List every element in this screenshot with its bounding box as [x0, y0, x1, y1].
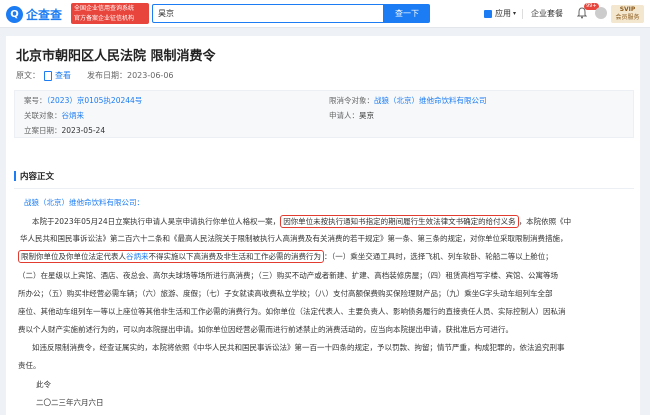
source-label: 原文： — [16, 71, 40, 80]
text-segment: 本院于2023年05月24日立案执行申请人昊京申请执行你单位人格权一案， — [32, 217, 281, 226]
vip-label: SVIP — [619, 6, 636, 13]
restricted-link[interactable]: 战狼（北京）维他命饮料有限公司 — [374, 96, 487, 105]
logo[interactable]: Q 企查查 — [6, 4, 62, 24]
paragraph-line: 费以个人财产实施前述行为的，可以向本院提出申请。如你单位因经营必需而进行前述禁止… — [18, 325, 513, 334]
tagline-badge: 全国企业信用查询系统 官方备案企业征信机构 — [71, 3, 149, 24]
date-line: 二〇二三年六月六日 — [36, 398, 104, 407]
text-segment: 不得实施以下高消费及非生活和工作必需的消费行为 — [148, 252, 322, 261]
grid-icon — [484, 9, 492, 18]
document-icon — [44, 70, 52, 81]
text-segment: 限制你单位及你单位法定代表人 — [21, 252, 126, 261]
page-title: 北京市朝阳区人民法院 限制消费令 — [16, 49, 216, 64]
highlighted-text: 限制你单位及你单位法定代表人谷炳来不得实施以下高消费及非生活和工作必需的消费行为 — [18, 250, 324, 263]
paragraph-line: 座位、其他动车组列车一等以上座位等其他非生活和工作必需的消费行为。如你单位（法定… — [18, 307, 566, 316]
nav-app-label: 应用 — [495, 9, 511, 18]
paragraph-line: 华人民共和国民事诉讼法》第二百六十二条和《最高人民法院关于限制被执行人高消费及有… — [20, 234, 568, 243]
text-segment: ：（一）乘坐交通工具时，选择飞机、列车软卧、轮船二等以上舱位； — [324, 252, 553, 261]
top-bar: Q 企查查 全国企业信用查询系统 官方备案企业征信机构 查一下 应用 ▾ 企业套… — [0, 0, 650, 28]
closing-line: 此令 — [36, 380, 51, 389]
publish-label: 发布日期： — [87, 71, 127, 80]
paragraph-line: （二）在星级以上宾馆、酒店、夜总会、高尔夫球场等场所进行高消费；（三）购买不动产… — [18, 271, 558, 280]
tagline-line2: 官方备案企业征信机构 — [74, 15, 135, 22]
paragraph-line: 限制你单位及你单位法定代表人谷炳来不得实施以下高消费及非生活和工作必需的消费行为… — [18, 248, 618, 265]
text-segment: ，本院依照《中 — [518, 217, 572, 226]
filing-field: 立案日期：2023-05-24 — [24, 125, 105, 136]
case-no-label: 案号： — [24, 96, 47, 105]
company-link[interactable]: 战狼（北京）维他命饮料有限公司： — [24, 198, 144, 207]
avatar[interactable] — [595, 7, 607, 19]
nav-app[interactable]: 应用 ▾ — [484, 8, 516, 19]
paragraph-line: 本院于2023年05月24日立案执行申请人昊京申请执行你单位人格权一案， 因你单位… — [32, 213, 632, 230]
meta-row: 原文： 查看 发布日期： 2023-06-06 — [16, 70, 174, 81]
section-accent — [14, 171, 16, 181]
logo-text: 企查查 — [26, 7, 63, 22]
search-button[interactable]: 查一下 — [384, 4, 430, 23]
section-title: 内容正文 — [20, 172, 55, 182]
vip-sub-label: 会员服务 — [615, 14, 640, 21]
source-link[interactable]: 查看 — [55, 70, 71, 81]
case-no-link[interactable]: （2023）京0105执20244号 — [47, 96, 143, 105]
related-label: 关联对象： — [24, 111, 62, 120]
vip-button[interactable]: SVIP 会员服务 — [611, 5, 644, 23]
info-panel: 案号：（2023）京0105执20244号 限消令对象：战狼（北京）维他命饮料有… — [14, 90, 634, 138]
tagline-line1: 全国企业信用查询系统 — [74, 5, 135, 12]
chevron-down-icon: ▾ — [513, 10, 517, 17]
applicant-label: 申请人： — [329, 111, 359, 120]
paragraph-line: 所办公；（五）购买非经营必需车辆；（六）旅游、度假；（七）子女就读高收费私立学校… — [18, 289, 553, 298]
nav-kit[interactable]: 企业套餐 — [531, 8, 563, 19]
paragraph-line: 如违反限制消费令，经查证属实的，本院将依照《中华人民共和国民事诉讼法》第一百一十… — [32, 343, 565, 352]
filing-date: 2023-05-24 — [61, 126, 106, 135]
person-link[interactable]: 谷炳来 — [126, 252, 149, 261]
filing-label: 立案日期： — [24, 126, 62, 135]
publish-date: 2023-06-06 — [127, 71, 174, 80]
related-field: 关联对象：谷炳来 — [24, 110, 84, 121]
main-card: 北京市朝阳区人民法院 限制消费令 原文： 查看 发布日期： 2023-06-06… — [6, 36, 640, 415]
addressee: 战狼（北京）维他命饮料有限公司： — [24, 194, 624, 211]
applicant-value: 昊京 — [359, 111, 374, 120]
related-link[interactable]: 谷炳来 — [62, 111, 85, 120]
case-no-field: 案号：（2023）京0105执20244号 — [24, 95, 142, 106]
content-section-header: 内容正文 — [14, 169, 634, 183]
search-input[interactable] — [152, 4, 384, 23]
applicant-field: 申请人：昊京 — [329, 110, 374, 121]
highlighted-text: 因你单位未按执行通知书指定的期间履行生效法律文书确定的给付义务 — [280, 215, 519, 228]
restricted-field: 限消令对象：战狼（北京）维他命饮料有限公司 — [329, 95, 487, 106]
paragraph-line: 责任。 — [18, 361, 41, 370]
restricted-label: 限消令对象： — [329, 96, 374, 105]
divider — [14, 188, 634, 189]
nav-divider — [522, 9, 523, 19]
logo-icon: Q — [6, 5, 23, 23]
